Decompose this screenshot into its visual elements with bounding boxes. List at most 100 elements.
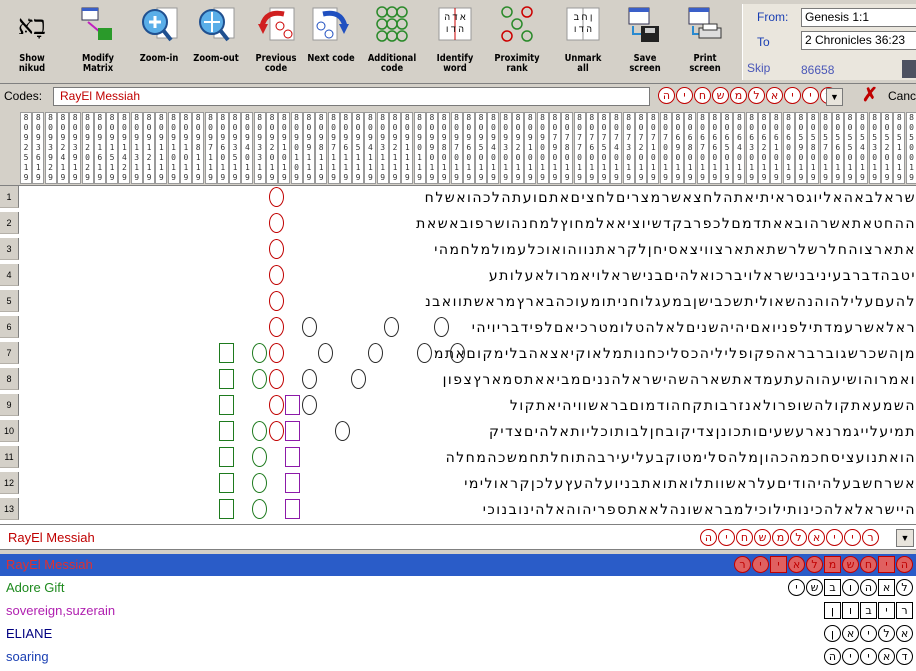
selected-letter-symbol: ח: [736, 529, 753, 546]
term-letter-symbol: ל: [806, 556, 823, 573]
row-letters[interactable]: השמעאתקולהשופרולאנזרבותקחהודמוםבראשוויהי…: [22, 396, 916, 416]
zoom-in-button[interactable]: Zoom-in: [131, 2, 187, 82]
row-letters[interactable]: שראלבאהאליוגסראיתיאתהלחצאשרמצריםלחציםאתם…: [22, 188, 916, 208]
app-window: בָאּ Show nikud Modify Matrix Zoom-in Zoom-o…: [0, 0, 916, 671]
modify-matrix-label: Modify Matrix: [81, 53, 115, 74]
codes-label: Codes:: [4, 89, 43, 103]
previous-code-button[interactable]: Previous code: [248, 2, 304, 82]
column-offset-label: 8076019: [585, 112, 598, 184]
column-offset-label: 8063019: [745, 112, 758, 184]
row-letters[interactable]: להעםעלילהוהנהשאוליתשכבישןבמעגלוחניתומעוכ…: [22, 292, 916, 312]
column-offset-label: 8054019: [856, 112, 869, 184]
next-code-label: Next code: [307, 53, 355, 64]
term-letter-symbol: א: [878, 648, 895, 665]
to-input[interactable]: 2 Chronicles 36:23: [801, 31, 916, 50]
skip-scrollbar[interactable]: [902, 60, 916, 78]
column-offset-label: 8094119: [364, 112, 377, 184]
proximity-rank-button[interactable]: Proximity rank: [489, 2, 545, 82]
print-screen-label: Print screen: [689, 53, 721, 74]
term-list-item[interactable]: Adore Gift ל א ה ו ב ש י: [0, 577, 916, 599]
column-offset-label: 8072019: [635, 112, 647, 184]
term-list-item[interactable]: ELIANE א ל י א ן: [0, 623, 916, 645]
term-list-item[interactable]: RayEl Messiah ה י ח ש מ ל א י י ר: [0, 554, 916, 576]
column-offset-label: 8094019: [241, 112, 254, 184]
cancel-icon[interactable]: ✗: [862, 86, 878, 106]
row-letters[interactable]: מןהשכרשגוברבראהפקופליליהכסליכחנותמלאוקיא…: [22, 344, 916, 364]
from-input[interactable]: Genesis 1:1: [801, 8, 916, 27]
row-number: 5: [0, 290, 19, 312]
term-letter-symbol: ב: [824, 579, 841, 596]
column-offset-label: 8091429: [118, 112, 131, 184]
column-offset-label: 8090019: [536, 112, 549, 184]
column-offset-label: 8099019: [425, 112, 438, 184]
term-list-item[interactable]: sovereign,suzerain ר י ב ו ן: [0, 600, 916, 622]
code-letter-symbol: י: [802, 87, 819, 104]
row-letters[interactable]: תמיעלייגמרנארעשעיםותכונןצדיקובחןלבותוכלי…: [22, 422, 916, 442]
row-number: 10: [0, 420, 19, 442]
column-offset-label: 8099119: [302, 112, 315, 184]
column-offset-label: 8093019: [499, 112, 512, 184]
term-symbols: דאייה: [824, 648, 913, 665]
unmark-all-icon: ן ח ב ה ד ו: [555, 4, 611, 44]
zoom-in-icon: [131, 4, 187, 44]
column-offset-label: 8058019: [807, 112, 820, 184]
term-symbols: ריבון: [824, 602, 913, 619]
codes-dropdown-button[interactable]: ▼: [826, 88, 843, 106]
selected-term-row[interactable]: RayEl Messiah היחשמלאייר ▼: [0, 524, 916, 550]
next-code-button[interactable]: Next code: [303, 2, 359, 82]
code-letter-symbol: י: [784, 87, 801, 104]
print-screen-icon: [677, 4, 733, 44]
proximity-rank-label: Proximity rank: [494, 53, 540, 74]
selected-letter-symbol: ר: [862, 529, 879, 546]
term-letter-symbol: ר: [734, 556, 751, 573]
column-offset-label: 8091019: [278, 112, 291, 184]
term-letter-symbol: ש: [842, 556, 859, 573]
matrix-row: 9 השמעאתקולהשופרולאנזרבותקחהודמוםבראשוויה…: [0, 394, 916, 416]
identify-word-button[interactable]: א ד ה ה ד ו Identify word: [427, 2, 483, 82]
modify-matrix-button[interactable]: Modify Matrix: [70, 2, 126, 82]
term-list-item[interactable]: soaring ד א י י ה: [0, 646, 916, 668]
show-nikud-button[interactable]: בָאּ Show nikud: [4, 2, 60, 82]
term-letter-symbol: ה: [860, 579, 877, 596]
identify-word-label: Identify word: [436, 53, 474, 74]
term-letter-symbol: ה: [824, 648, 841, 665]
proximity-rank-icon: [489, 4, 545, 44]
code-letter-symbol: ח: [694, 87, 711, 104]
column-offset-label: 8091619: [93, 112, 106, 184]
column-offset-label: 8065019: [721, 112, 734, 184]
unmark-all-button[interactable]: ן ח ב ה ד ו Unmark all: [555, 2, 611, 82]
column-offset-label: 8069019: [671, 112, 684, 184]
column-offset-label: 8092119: [389, 112, 401, 184]
row-letters[interactable]: ואמרוהושיעהוהעתעמדאתשארהשהישראלהנניםמביא…: [22, 370, 916, 390]
row-letters[interactable]: ראלאשרעמדתילפניואםיהיהשניםלאלהטלומטרכיאם…: [22, 318, 916, 338]
print-screen-button[interactable]: Print screen: [677, 2, 733, 82]
term-letter-symbol: מ: [824, 556, 841, 573]
term-letter-symbol: ל: [896, 579, 913, 596]
term-name: sovereign,suzerain: [6, 603, 116, 618]
cancel-button[interactable]: Cancel: [888, 89, 916, 103]
row-letters[interactable]: אשרחשבעלהיהודיםעלראשוותלואתואתבניועלהעץע…: [22, 474, 916, 494]
svg-text:ה ד ו: ה ד ו: [446, 24, 464, 34]
codes-input[interactable]: RayEl Messiah: [53, 87, 650, 106]
row-letters[interactable]: יטבהדברבעיניבנישראלויברכואלהיםבנישראלויא…: [22, 266, 916, 286]
zoom-out-button[interactable]: Zoom-out: [188, 2, 244, 82]
column-offset-label: 8096019: [462, 112, 475, 184]
toolbar: בָאּ Show nikud Modify Matrix Zoom-in Zoom-o…: [0, 0, 916, 84]
term-name: Adore Gift: [6, 580, 65, 595]
column-offset-label: 8095119: [352, 112, 365, 184]
previous-code-label: Previous code: [255, 53, 297, 74]
letter-matrix[interactable]: 1 שראלבאהאליוגסראיתיאתהלחצאשרמצריםלחציםאת…: [0, 186, 916, 524]
column-offset-label: 8078019: [561, 112, 574, 184]
selected-term-dropdown-button[interactable]: ▼: [896, 529, 914, 547]
row-letters[interactable]: ההחטאתאשרהובאאתדמםלכפרבקדשיוציאאלמחוץלמח…: [22, 214, 916, 234]
column-offset-label: 8091019: [524, 112, 537, 184]
codes-bar: Codes: RayEl Messiah היחשמלאייר ▼ ✗ Canc…: [0, 86, 916, 108]
term-letter-symbol: י: [878, 556, 895, 573]
matrix-row: 8 ואמרוהושיעהוהעתעמדאתשארהשהישראלהנניםמבי…: [0, 368, 916, 390]
row-letters[interactable]: אתארצוהחלרשלרשתאתארצוויצאסיחןלקראתנווהוא…: [22, 240, 916, 260]
column-offset-label: 8091219: [143, 112, 155, 184]
row-letters[interactable]: היישראלאלהכינותילוכילמבראשונהלאאתספריהוה…: [22, 500, 916, 520]
row-letters[interactable]: הואתנועציסחכמהכהוןמלהסלימטוקבעליעירבהתוח…: [22, 448, 916, 468]
save-screen-button[interactable]: Save screen: [617, 2, 673, 82]
additional-code-button[interactable]: Additional code: [364, 2, 420, 82]
